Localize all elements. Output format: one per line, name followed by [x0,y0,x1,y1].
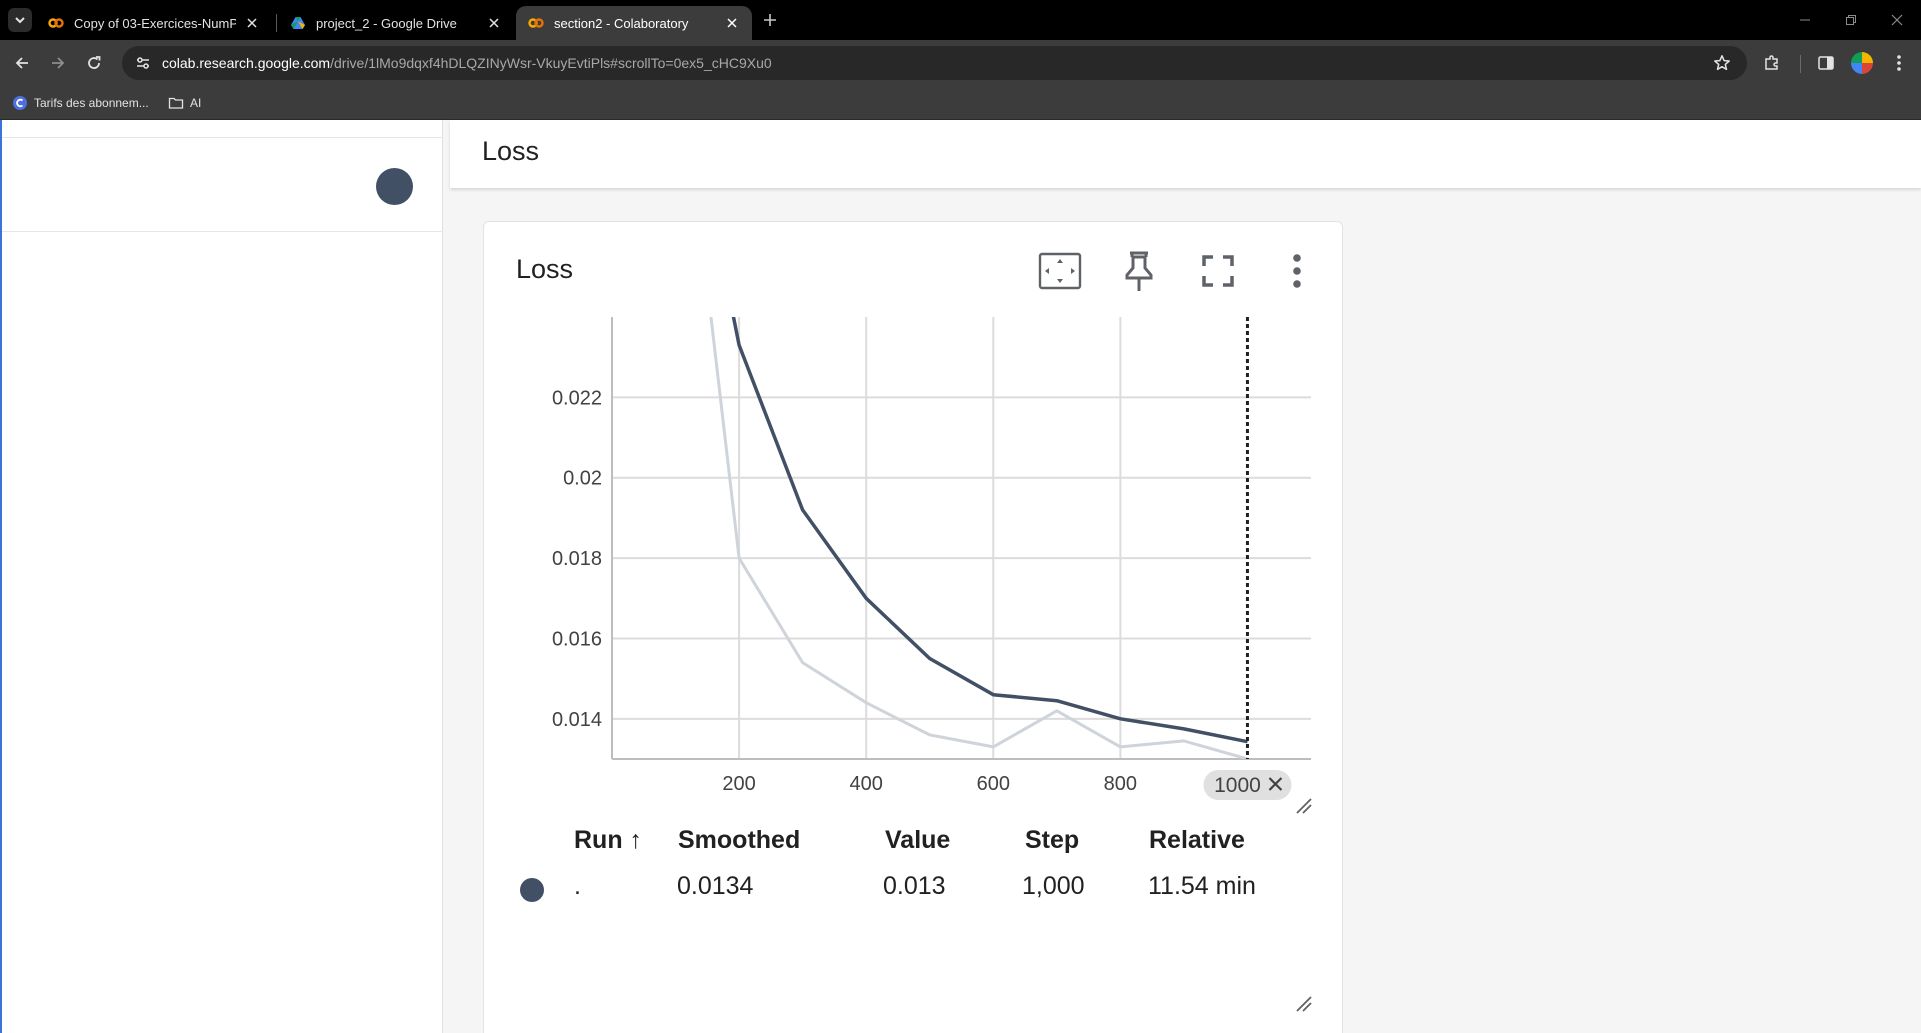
cell-step: 1,000 [1022,872,1085,900]
run-color-swatch[interactable] [376,168,413,205]
arrow-right-icon [52,57,65,69]
bookmark-star-button[interactable] [1711,52,1733,74]
folder-icon [168,95,184,111]
new-tab-button[interactable] [760,10,780,30]
bookmarks-bar: Tarifs des abonnem... AI [0,86,1921,120]
star-icon [1714,55,1730,71]
restore-button[interactable] [1841,10,1861,30]
y-tick-label: 0.014 [552,709,602,731]
browser-menu-button[interactable] [1887,51,1911,75]
cell-value: 0.013 [883,872,946,900]
chevron-down-icon [15,17,25,24]
scalar-chart-card: Loss 200 400 600 800 0.014 0.016 0.018 0.02 0.02… [483,221,1343,1033]
cell-run: . [574,872,581,900]
tensorboard-page: Loss Loss 200 400 600 800 0.014 0.016 0.018 0.0… [0,120,1921,1033]
section-title: Loss [482,136,540,166]
tab-search-button[interactable] [8,8,32,32]
browser-tab-bar: Copy of 03-Exercices-NumPy.ip project_2 … [0,0,1921,40]
x-tick-label: 800 [1104,773,1137,795]
tab-numpy-exercises[interactable]: Copy of 03-Exercices-NumPy.ip [36,6,272,40]
tab-title: Copy of 03-Exercices-NumPy.ip [74,15,236,31]
loss-chart[interactable]: 200 400 600 800 0.014 0.016 0.018 0.02 0.022 1000 [484,222,1344,822]
bookmark-folder-ai[interactable]: AI [168,94,201,112]
step-marker-label: 1000 [1214,774,1261,797]
tab-title: project_2 - Google Drive [316,15,457,31]
tab-title: section2 - Colaboratory [554,15,689,31]
chart-resize-icon[interactable] [1295,797,1313,815]
close-window-button[interactable] [1887,10,1907,30]
profile-avatar[interactable] [1851,52,1873,74]
y-tick-label: 0.018 [552,548,602,570]
divider [2,137,443,138]
col-run-header[interactable]: Run ↑ [574,826,642,855]
reload-icon [88,56,101,69]
col-value-header: Value [885,826,951,854]
url-host: colab.research.google.com [162,55,331,71]
col-smoothed-header: Smoothed [678,826,801,854]
side-panel-button[interactable] [1814,51,1838,75]
x-tick-label: 600 [977,773,1010,795]
minimize-icon [1800,19,1810,21]
more-vert-icon [1897,55,1901,71]
bookmark-label: Tarifs des abonnem... [34,96,149,110]
col-step-header: Step [1025,826,1080,854]
section-header: Loss [450,120,1921,188]
cell-relative: 11.54 min [1148,872,1256,900]
y-tick-label: 0.016 [552,628,602,650]
site-icon [12,95,28,111]
url-path: /drive/1lMo9dqxf4hDLQZINyWsr-VkuyEvtiPls… [330,55,772,71]
puzzle-icon [1765,55,1778,70]
y-tick-label: 0.02 [563,468,602,490]
colab-icon [528,18,544,28]
back-button[interactable] [10,51,34,75]
run-color-dot [520,878,544,902]
runs-sidebar [0,120,443,1033]
close-tab-icon[interactable] [244,15,260,31]
browser-toolbar: colab.research.google.com/drive/1lMo9dqx… [0,40,1921,86]
colab-icon [48,18,64,28]
side-panel-icon [1818,56,1834,70]
bookmark-tarifs[interactable]: Tarifs des abonnem... [12,94,149,112]
close-tab-icon[interactable] [724,15,740,31]
col-relative-header: Relative [1149,826,1245,854]
card-resize-icon[interactable] [1295,995,1313,1013]
y-tick-label: 0.022 [552,387,602,409]
url-text: colab.research.google.com/drive/1lMo9dqx… [162,55,772,71]
bookmark-label: AI [190,96,202,110]
restore-icon [1846,15,1856,25]
extensions-button[interactable] [1760,51,1784,75]
toolbar-divider [1800,55,1801,73]
tune-icon [137,57,149,69]
drive-icon [291,17,305,29]
tab-separator [276,14,277,32]
tab-google-drive[interactable]: project_2 - Google Drive [278,6,514,40]
x-tick-label: 400 [849,773,882,795]
site-info-button[interactable] [132,52,154,74]
close-icon [1891,14,1903,26]
plus-icon [764,14,776,26]
cell-smoothed: 0.0134 [677,872,754,900]
series-line-raw [709,317,1248,759]
address-bar[interactable]: colab.research.google.com/drive/1lMo9dqx… [122,46,1747,80]
tab-section2-colab[interactable]: section2 - Colaboratory [516,6,752,40]
x-tick-label: 200 [722,773,755,795]
close-tab-icon[interactable] [486,15,502,31]
minimize-button[interactable] [1795,10,1815,30]
arrow-left-icon [15,57,28,69]
reload-button[interactable] [82,51,106,75]
forward-button[interactable] [46,51,70,75]
divider [2,231,443,232]
series-line-smoothed [731,317,1248,744]
